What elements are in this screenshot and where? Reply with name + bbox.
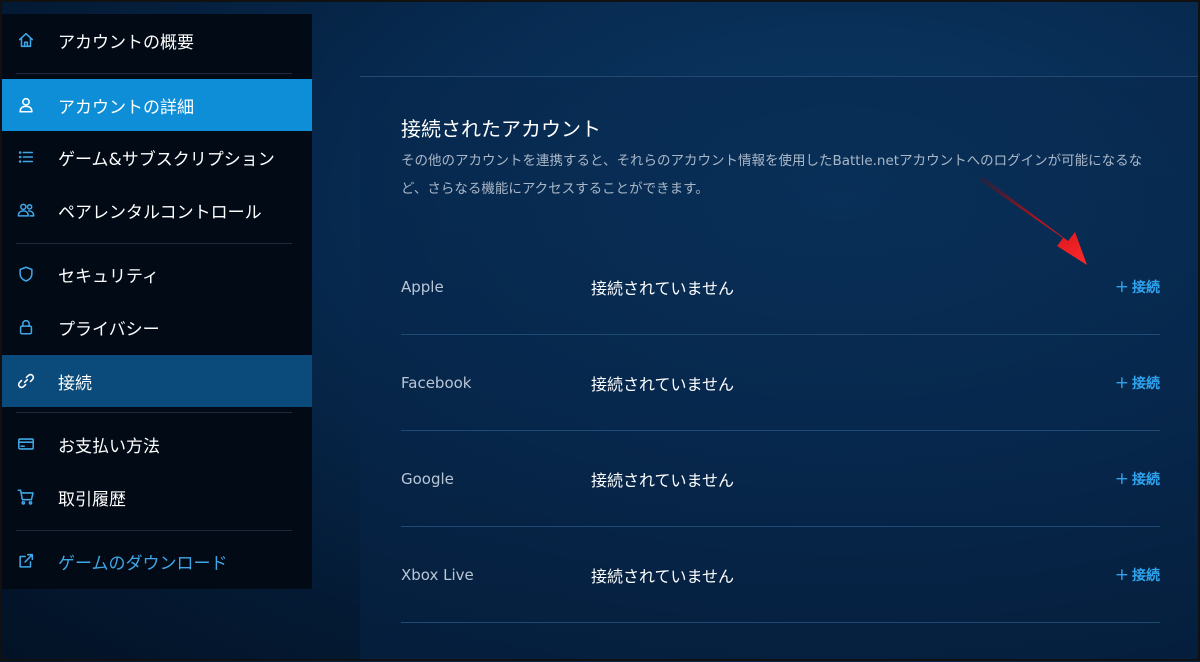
connected-accounts-panel: 接続されたアカウント その他のアカウントを連携すると、それらのアカウント情報を使… (360, 76, 1200, 662)
sidebar-item-label: ゲームのダウンロード (58, 553, 228, 574)
sidebar-item-label: セキュリティ (58, 266, 159, 287)
sidebar-divider (16, 73, 292, 74)
page-title: 接続されたアカウント (401, 117, 601, 141)
home-icon (16, 30, 36, 50)
sidebar-item-label: ペアレンタルコントロール (58, 202, 262, 223)
cart-icon (16, 487, 36, 507)
list-icon (16, 147, 36, 167)
sidebar-item-label: ゲーム&サブスクリプション (58, 149, 275, 170)
users-icon (16, 200, 36, 220)
sidebar-item-transaction-history[interactable]: 取引履歴 (2, 471, 312, 523)
external-link-icon (16, 551, 36, 571)
connect-xbox-live-button[interactable]: + 接続 (1115, 565, 1160, 585)
connection-status: 接続されていません (591, 470, 735, 490)
connect-google-button[interactable]: + 接続 (1115, 469, 1160, 489)
sidebar-item-label: 接続 (58, 373, 92, 394)
sidebar-item-label: 取引履歴 (58, 489, 126, 510)
connection-status: 接続されていません (591, 278, 735, 298)
sidebar-divider (16, 412, 292, 413)
service-name: Facebook (401, 373, 472, 392)
connection-row-facebook: Facebook 接続されていません + 接続 (401, 335, 1160, 431)
sidebar-divider (16, 530, 292, 531)
sidebar-item-label: お支払い方法 (58, 436, 160, 457)
connect-apple-button[interactable]: + 接続 (1115, 277, 1160, 297)
annotation-arrow-icon (979, 177, 1087, 265)
sidebar-item-payment-methods[interactable]: お支払い方法 (2, 418, 312, 470)
plus-icon: + (1114, 372, 1129, 393)
sidebar-item-parental-controls[interactable]: ペアレンタルコントロール (2, 184, 312, 236)
connect-label: 接続 (1132, 471, 1160, 488)
sidebar-item-account-overview[interactable]: アカウントの概要 (2, 14, 312, 66)
connect-label: 接続 (1132, 567, 1160, 584)
sidebar: アカウントの概要 アカウントの詳細 ゲーム&サブスクリプション ペアレンタルコン… (2, 14, 312, 589)
user-icon (16, 95, 36, 115)
link-icon (16, 371, 36, 391)
connect-facebook-button[interactable]: + 接続 (1115, 373, 1160, 393)
connection-status: 接続されていません (591, 566, 735, 586)
sidebar-item-account-details[interactable]: アカウントの詳細 (2, 79, 312, 131)
service-name: Google (401, 469, 454, 488)
connect-label: 接続 (1132, 279, 1160, 296)
sidebar-item-privacy[interactable]: プライバシー (2, 301, 312, 353)
connect-label: 接続 (1132, 375, 1160, 392)
sidebar-item-security[interactable]: セキュリティ (2, 248, 312, 300)
sidebar-item-connections[interactable]: 接続 (2, 355, 312, 407)
sidebar-item-game-download[interactable]: ゲームのダウンロード (2, 535, 312, 587)
sidebar-item-label: プライバシー (58, 319, 160, 340)
connection-status: 接続されていません (591, 374, 735, 394)
connection-row-google: Google 接続されていません + 接続 (401, 431, 1160, 527)
sidebar-item-label: アカウントの概要 (58, 32, 194, 53)
plus-icon: + (1114, 468, 1129, 489)
credit-card-icon (16, 434, 36, 454)
shield-icon (16, 264, 36, 284)
service-name: Xbox Live (401, 565, 474, 584)
connection-row-xbox-live: Xbox Live 接続されていません + 接続 (401, 527, 1160, 623)
lock-icon (16, 317, 36, 337)
sidebar-divider (16, 243, 292, 244)
plus-icon: + (1114, 276, 1129, 297)
sidebar-item-label: アカウントの詳細 (58, 97, 194, 118)
sidebar-item-games-subscriptions[interactable]: ゲーム&サブスクリプション (2, 131, 312, 183)
plus-icon: + (1114, 564, 1129, 585)
service-name: Apple (401, 277, 444, 296)
